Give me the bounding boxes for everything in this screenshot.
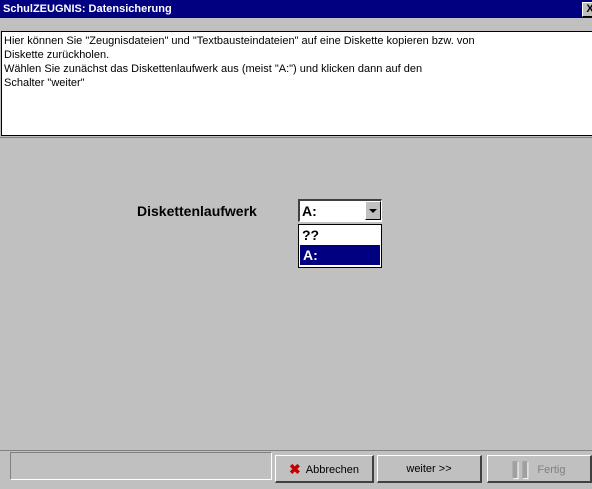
chevron-down-icon[interactable] <box>365 201 381 220</box>
cancel-button[interactable]: ✖ Abbrechen <box>275 455 374 483</box>
drive-option-a[interactable]: A: <box>300 245 380 265</box>
drive-dropdown-list: ?? A: <box>298 224 382 268</box>
window-title: SchulZEUGNIS: Datensicherung <box>3 3 172 15</box>
finish-button-label: Fertig <box>537 464 566 476</box>
drive-select[interactable]: A: <box>298 199 382 222</box>
next-button[interactable]: weiter >> <box>377 455 482 483</box>
info-line: Diskette zurückholen. <box>4 49 110 61</box>
next-button-label: weiter >> <box>406 463 452 475</box>
info-line: Schalter "weiter" <box>4 77 85 89</box>
drive-select-value: A: <box>302 203 317 219</box>
close-button[interactable]: X <box>582 2 592 17</box>
finish-icon: ▌▌ <box>512 461 533 477</box>
status-field <box>10 452 272 480</box>
x-icon: ✖ <box>289 461 301 477</box>
finish-button[interactable]: ▌▌ Fertig <box>487 455 592 483</box>
info-line: Wählen Sie zunächst das Diskettenlaufwer… <box>4 63 423 75</box>
drive-label: Diskettenlaufwerk <box>137 203 257 219</box>
drive-option-unknown[interactable]: ?? <box>299 225 381 245</box>
info-line: Hier können Sie "Zeugnisdateien" und "Te… <box>4 35 475 47</box>
cancel-button-label: Abbrechen <box>305 464 359 476</box>
close-icon: X <box>586 3 592 15</box>
title-bar: SchulZEUGNIS: Datensicherung X <box>0 0 592 18</box>
main-panel <box>0 137 592 451</box>
info-text-box: Hier können Sie "Zeugnisdateien" und "Te… <box>1 31 592 136</box>
datensicherung-window: SchulZEUGNIS: Datensicherung X Hier könn… <box>0 0 592 489</box>
